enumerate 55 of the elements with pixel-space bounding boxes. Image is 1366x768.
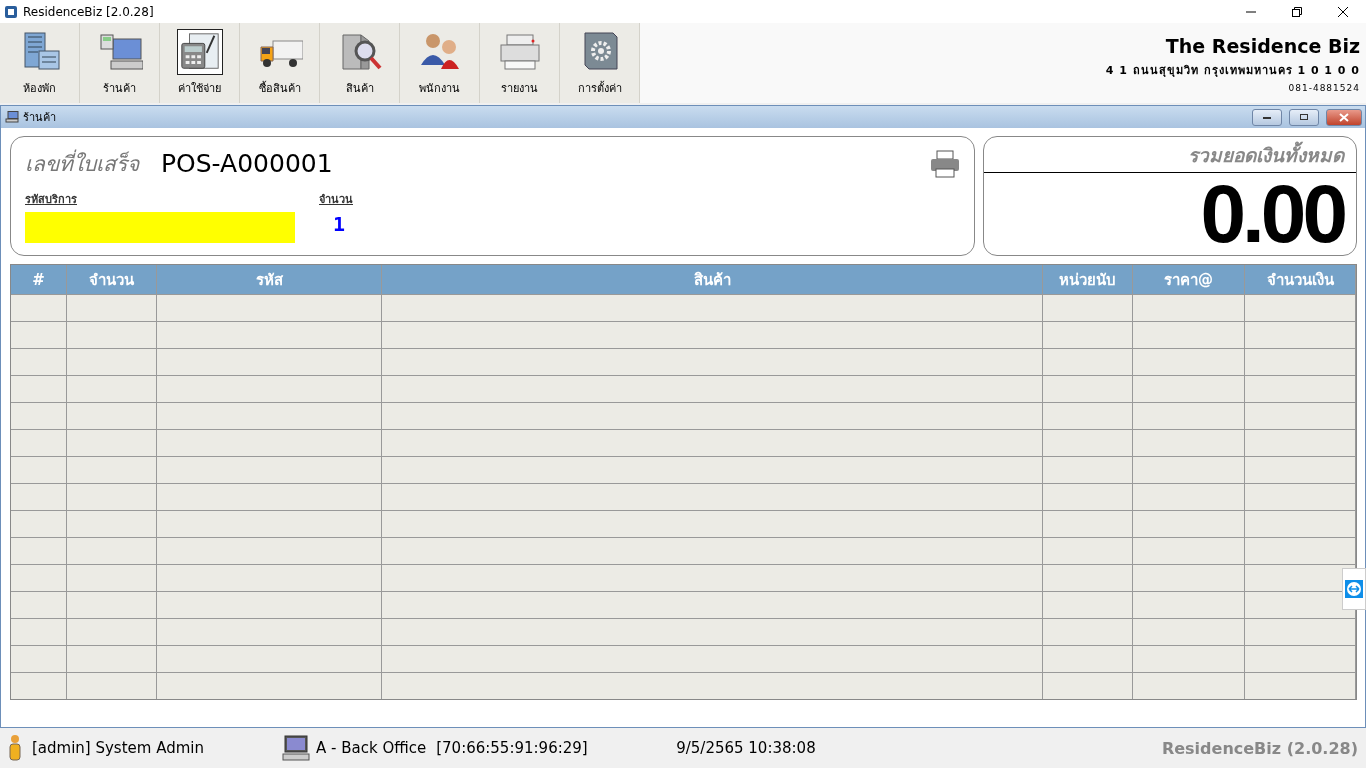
table-cell [11,294,67,321]
window-title: ResidenceBiz [2.0.28] [23,4,155,19]
minimize-icon [1262,114,1272,120]
service-code-field[interactable] [25,212,295,243]
table-cell [11,456,67,483]
total-amount: 0.00 [1199,173,1346,255]
company-phone: 081-4881524 [1288,83,1360,93]
remote-support-icon[interactable] [1342,568,1366,610]
column-header: จำนวน [67,265,157,294]
total-label: รวมยอดเงินทั้งหมด [984,137,1356,173]
user-icon [6,734,24,762]
table-cell [11,402,67,429]
computer-icon [282,734,310,762]
table-cell [11,348,67,375]
receipt-number-label: เลขที่ใบเสร็จ [25,147,139,180]
column-header: รหัส [157,265,382,294]
table-cell [11,645,67,672]
computer-icon [5,111,19,123]
table-cell [11,510,67,537]
column-header: สินค้า [382,265,1043,294]
restore-icon [1292,6,1302,17]
column-header: หน่วยนับ [1043,265,1133,294]
calculator-icon [176,29,223,75]
app-icon [4,4,18,19]
table-cell [11,672,67,699]
column-header: ราคา@ [1133,265,1245,294]
table-cell [11,429,67,456]
table-cell [11,591,67,618]
quantity-label: จำนวน [319,192,353,208]
table-cell [11,537,67,564]
status-mac-address: [70:66:55:91:96:29] [436,739,589,757]
close-icon [1338,6,1348,17]
table-cell [11,564,67,591]
status-user: [admin] System Admin [32,739,205,757]
table-cell [11,483,67,510]
table-cell [11,321,67,348]
quantity-value: 1 [332,212,347,236]
close-icon [1339,112,1349,122]
minimize-button[interactable] [1252,108,1282,126]
close-button[interactable] [1326,108,1362,126]
service-code-label: รหัสบริการ [25,192,78,208]
child-window-title: ร้านค้า [23,110,57,126]
maximize-button[interactable] [1289,108,1319,126]
status-terminal: A - Back Office [316,739,427,757]
maximize-icon [1299,113,1309,121]
column-header: # [11,265,67,294]
status-app-version: ResidenceBiz (2.0.28) [1161,738,1359,758]
status-datetime: 9/5/2565 10:38:08 [676,739,817,757]
company-address: 4 1 ถนนสุขุมวิท กรุงเทพมหานคร 1 0 1 0 0 [1105,63,1360,79]
company-name: The Residence Biz [1165,35,1360,57]
table-cell [11,618,67,645]
print-icon[interactable] [930,149,960,178]
receipt-number: POS-A000001 [161,149,333,178]
table-cell [11,375,67,402]
column-header: จำนวนเงิน [1245,265,1356,294]
